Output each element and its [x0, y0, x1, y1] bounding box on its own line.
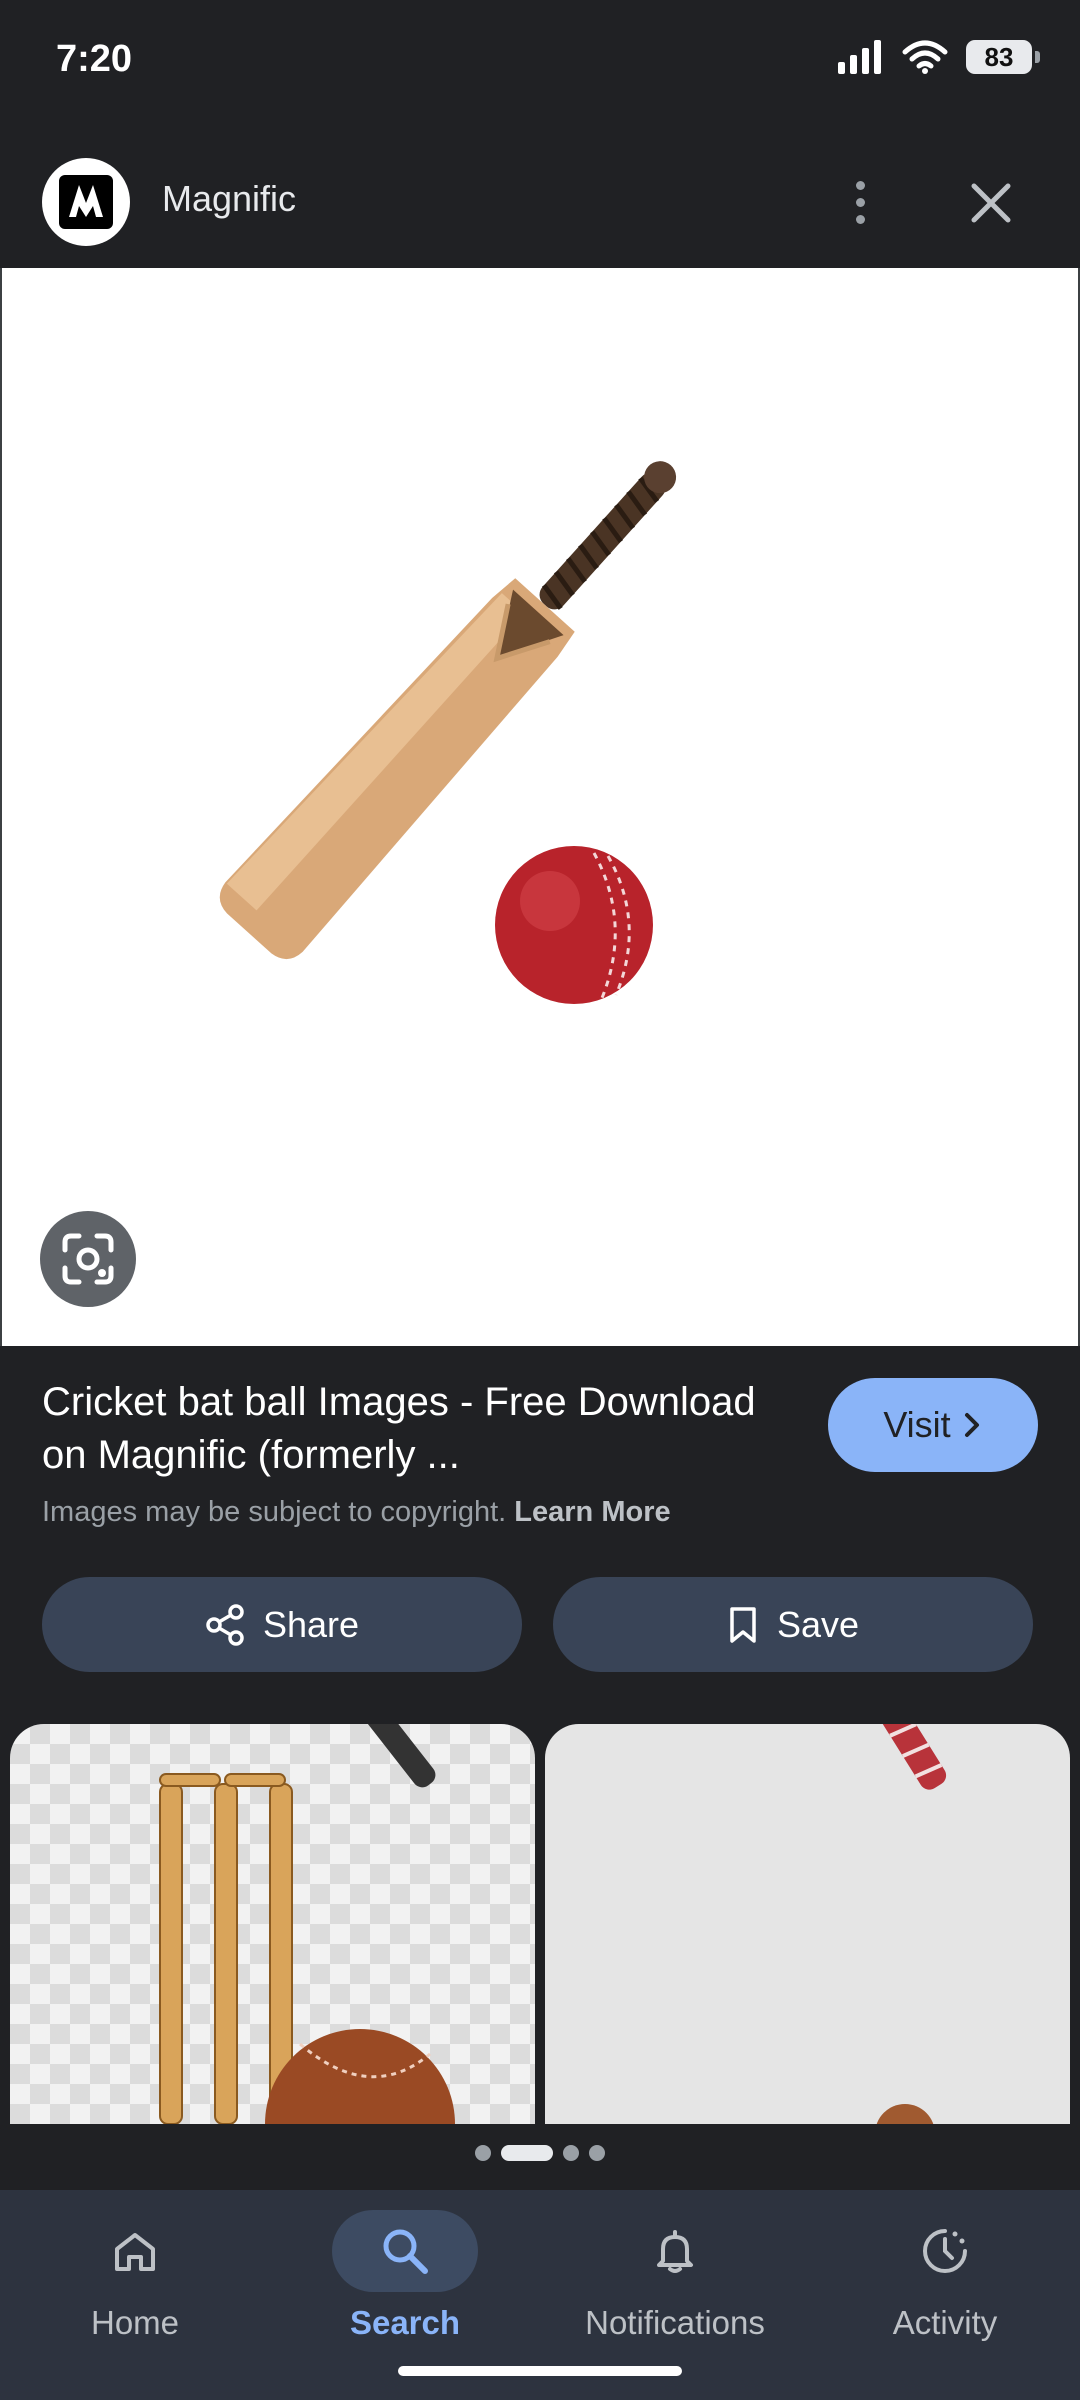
- nav-home-label: Home: [90, 2304, 180, 2341]
- carousel-dot: [475, 2145, 491, 2161]
- nav-activity-label: Activity: [892, 2304, 998, 2341]
- battery-indicator: 83: [966, 40, 1040, 74]
- nav-notifications-label: Notifications: [585, 2304, 765, 2341]
- share-button[interactable]: Share: [42, 1577, 522, 1672]
- chevron-right-icon: [964, 1413, 979, 1437]
- share-label: Share: [262, 1603, 360, 1645]
- signal-icon: [838, 40, 881, 74]
- more-options-icon[interactable]: [842, 172, 878, 232]
- gesture-home-bar[interactable]: [398, 2366, 682, 2376]
- nav-home[interactable]: Home: [0, 2202, 270, 2362]
- search-icon: [383, 2229, 428, 2274]
- nav-search-label: Search: [349, 2304, 461, 2341]
- nav-search[interactable]: Search: [270, 2202, 540, 2362]
- main-image-cricket-bat-ball[interactable]: [0, 268, 1080, 1346]
- site-logo-icon[interactable]: [42, 158, 130, 246]
- battery-level: 83: [984, 41, 1014, 72]
- related-image-2[interactable]: [545, 1724, 1070, 2124]
- result-title[interactable]: Cricket bat ball Images - Free Download …: [42, 1376, 762, 1482]
- status-time: 7:20: [56, 38, 133, 80]
- carousel-dot: [563, 2145, 579, 2161]
- wifi-icon: [902, 40, 948, 74]
- home-icon: [115, 2233, 155, 2271]
- carousel-dot-active: [501, 2145, 553, 2161]
- nav-activity[interactable]: Activity: [810, 2202, 1080, 2362]
- google-lens-icon[interactable]: [40, 1211, 136, 1307]
- status-icons: 83: [838, 40, 1040, 74]
- bookmark-icon: [730, 1606, 756, 1643]
- bell-icon: [657, 2230, 693, 2273]
- related-image-1[interactable]: [10, 1724, 535, 2124]
- copyright-notice: Images may be subject to copyright. Lear…: [42, 1496, 671, 1529]
- save-button[interactable]: Save: [553, 1577, 1033, 1672]
- copyright-text: Images may be subject to copyright.: [42, 1496, 507, 1528]
- visit-label: Visit: [883, 1404, 951, 1445]
- visit-button[interactable]: Visit: [828, 1378, 1038, 1472]
- close-icon[interactable]: [960, 172, 1022, 234]
- activity-icon: [923, 2229, 967, 2273]
- share-icon: [206, 1603, 244, 1646]
- carousel-indicator: [0, 2145, 1080, 2161]
- nav-notifications[interactable]: Notifications: [540, 2202, 810, 2362]
- save-label: Save: [776, 1603, 860, 1645]
- site-name[interactable]: Magnific: [162, 178, 296, 220]
- learn-more-link[interactable]: Learn More: [514, 1496, 670, 1528]
- source-header: Magnific: [0, 150, 1080, 268]
- carousel-dot: [589, 2145, 605, 2161]
